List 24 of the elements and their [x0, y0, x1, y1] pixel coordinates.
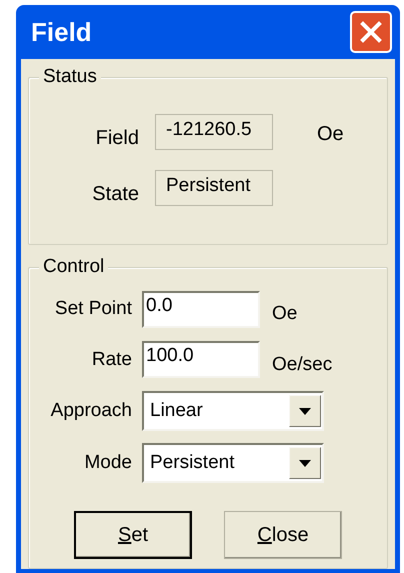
field-label: State [91, 182, 140, 207]
readonly-field: -121260.5 [155, 114, 273, 150]
window-title: Field [31, 16, 92, 48]
dropdown[interactable]: Linear [142, 391, 324, 431]
dialog-button[interactable]: Set [74, 511, 192, 559]
field-label: Set Point [54, 297, 133, 321]
close-icon [359, 20, 383, 44]
dropdown-value: Linear [150, 398, 203, 423]
input-field[interactable]: 100.0 [142, 341, 260, 378]
dialog-button[interactable]: Close [224, 511, 342, 559]
caret-icon [299, 408, 311, 414]
caret-icon [299, 460, 311, 466]
close-button[interactable] [350, 11, 392, 53]
readonly-field: Persistent [155, 170, 273, 206]
input-field[interactable]: 0.0 [142, 290, 260, 328]
dropdown[interactable]: Persistent [142, 443, 324, 483]
unit-label: Oe/sec [272, 352, 332, 376]
unit-label: Oe [272, 302, 298, 326]
unit-label: Oe [317, 122, 344, 147]
dropdown-value: Persistent [150, 450, 234, 475]
field-label: Approach [50, 398, 133, 423]
field-label: Rate [90, 348, 133, 372]
field-label: Mode [83, 450, 133, 475]
field-label: Field [94, 126, 140, 151]
